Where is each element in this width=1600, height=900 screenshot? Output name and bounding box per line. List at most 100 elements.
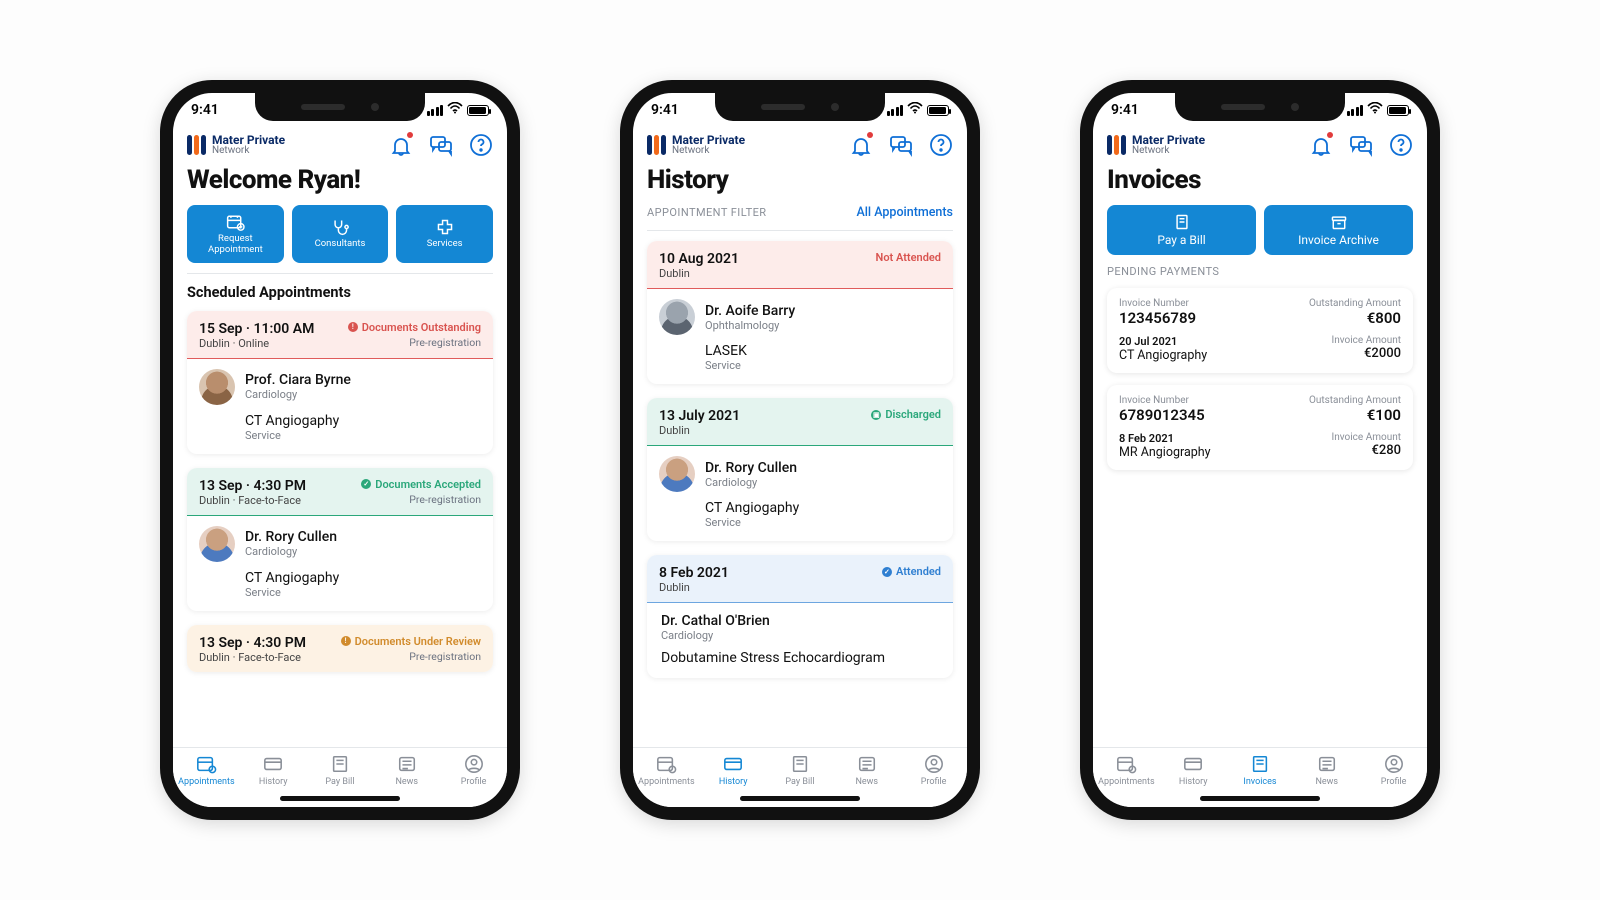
appt-location: Dublin · Face-to-Face xyxy=(199,651,306,664)
filter-dropdown[interactable]: All Appointments xyxy=(856,205,953,220)
help-icon[interactable] xyxy=(1389,133,1413,157)
doctor-specialty: Cardiology xyxy=(245,388,351,401)
history-card[interactable]: 10 Aug 2021 Dublin Not Attended Dr. Aoif… xyxy=(647,241,953,384)
status-time: 9:41 xyxy=(1111,102,1139,118)
invoice-number: 123456789 xyxy=(1119,309,1196,327)
tab-profile[interactable]: Profile xyxy=(904,754,964,787)
notifications-icon[interactable] xyxy=(389,133,413,157)
page-title: Welcome Ryan! xyxy=(187,165,493,195)
bill-icon xyxy=(329,754,351,774)
services-button[interactable]: Services xyxy=(396,205,493,263)
pay-bill-button[interactable]: Pay a Bill xyxy=(1107,205,1256,255)
invoice-card[interactable]: Invoice Number6789012345 Outstanding Amo… xyxy=(1107,385,1413,470)
appt-status: Documents Outstanding xyxy=(362,321,481,334)
invoice-service: CT Angiography xyxy=(1119,348,1207,363)
calendar-icon xyxy=(1115,754,1137,774)
doctor-name: Prof. Ciara Byrne xyxy=(245,372,351,388)
appt-location: Dublin · Face-to-Face xyxy=(199,494,306,507)
appointment-card[interactable]: 13 Sep · 4:30 PM Dublin · Face-to-Face ✓… xyxy=(187,468,493,611)
invoice-card[interactable]: Invoice Number123456789 Outstanding Amou… xyxy=(1107,288,1413,373)
history-card[interactable]: 8 Feb 2021 Dublin ✓Attended Dr. Cathal O… xyxy=(647,555,953,678)
tab-profile[interactable]: Profile xyxy=(444,754,504,787)
logo-mark-icon xyxy=(647,135,666,155)
appt-datetime: 15 Sep · 11:00 AM xyxy=(199,321,314,337)
visit-status: Not Attended xyxy=(876,251,941,264)
chat-icon[interactable] xyxy=(889,133,913,157)
tab-paybill[interactable]: Pay Bill xyxy=(310,754,370,787)
visit-status: Discharged xyxy=(885,408,941,421)
tab-appointments[interactable]: Appointments xyxy=(176,754,236,787)
profile-icon xyxy=(923,754,945,774)
bill-icon xyxy=(789,754,811,774)
request-appointment-button[interactable]: Request Appointment xyxy=(187,205,284,263)
help-icon[interactable] xyxy=(469,133,493,157)
appointment-card[interactable]: 13 Sep · 4:30 PM Dublin · Face-to-Face !… xyxy=(187,625,493,672)
consultants-button[interactable]: Consultants xyxy=(292,205,389,263)
tab-appointments[interactable]: Appointments xyxy=(636,754,696,787)
visit-status: Attended xyxy=(896,565,941,578)
doctor-avatar xyxy=(199,526,235,562)
page-title: History xyxy=(647,165,953,195)
notifications-icon[interactable] xyxy=(1309,133,1333,157)
scheduled-section-label: Scheduled Appointments xyxy=(187,284,493,301)
invoice-number: 6789012345 xyxy=(1119,406,1205,424)
doctor-specialty: Cardiology xyxy=(705,476,797,489)
check-icon: ✓ xyxy=(361,479,371,489)
filter-label: APPOINTMENT FILTER xyxy=(647,206,767,219)
divider xyxy=(187,273,493,274)
help-icon[interactable] xyxy=(929,133,953,157)
doctor-specialty: Ophthalmology xyxy=(705,319,795,332)
service-name: CT Angiogaphy xyxy=(705,500,941,516)
signal-icon xyxy=(1347,105,1364,116)
notifications-icon[interactable] xyxy=(849,133,873,157)
appointment-card[interactable]: 15 Sep · 11:00 AM Dublin · Online !Docum… xyxy=(187,311,493,454)
appt-status: Documents Accepted xyxy=(375,478,481,491)
page-title: Invoices xyxy=(1107,165,1413,195)
invoice-amount: €2000 xyxy=(1332,346,1401,361)
tab-history[interactable]: History xyxy=(243,754,303,787)
tab-profile[interactable]: Profile xyxy=(1364,754,1424,787)
chat-icon[interactable] xyxy=(429,133,453,157)
bill-icon xyxy=(1249,754,1271,774)
tab-history[interactable]: History xyxy=(703,754,763,787)
tab-bar: Appointments History Invoices News Profi… xyxy=(1093,747,1427,807)
divider xyxy=(647,230,953,231)
service-label: Service xyxy=(245,429,481,442)
tab-invoices[interactable]: Invoices xyxy=(1230,754,1290,787)
visit-location: Dublin xyxy=(659,424,740,437)
doctor-avatar xyxy=(199,369,235,405)
tab-news[interactable]: News xyxy=(1297,754,1357,787)
calendar-icon xyxy=(195,754,217,774)
tab-news[interactable]: News xyxy=(377,754,437,787)
doctor-name: Dr. Rory Cullen xyxy=(705,460,797,476)
doctor-name: Dr. Cathal O'Brien xyxy=(661,613,941,629)
tab-appointments[interactable]: Appointments xyxy=(1096,754,1156,787)
tab-history[interactable]: History xyxy=(1163,754,1223,787)
wifi-icon xyxy=(1367,102,1383,118)
medical-cross-icon xyxy=(435,218,455,236)
alert-icon: ! xyxy=(348,322,358,332)
status-time: 9:41 xyxy=(651,102,679,118)
device-notch xyxy=(1175,93,1345,121)
attended-icon: ✓ xyxy=(882,567,892,577)
service-name: Dobutamine Stress Echocardiogram xyxy=(661,650,941,666)
history-card[interactable]: 13 July 2021 Dublin ▣Discharged Dr. Rory… xyxy=(647,398,953,541)
doctor-specialty: Cardiology xyxy=(661,629,941,642)
service-label: Service xyxy=(705,359,941,372)
signal-icon xyxy=(427,105,444,116)
visit-location: Dublin xyxy=(659,581,729,594)
invoice-date: 20 Jul 2021 xyxy=(1119,335,1207,348)
doctor-avatar xyxy=(659,456,695,492)
battery-icon xyxy=(467,105,489,116)
card-icon xyxy=(722,754,744,774)
wifi-icon xyxy=(907,102,923,118)
invoice-archive-button[interactable]: Invoice Archive xyxy=(1264,205,1413,255)
invoice-amount: €280 xyxy=(1332,443,1401,458)
tab-bar: Appointments History Pay Bill News Profi… xyxy=(173,747,507,807)
review-icon: ! xyxy=(341,636,351,646)
tab-paybill[interactable]: Pay Bill xyxy=(770,754,830,787)
chat-icon[interactable] xyxy=(1349,133,1373,157)
appt-status-sub: Pre-registration xyxy=(341,650,481,663)
tab-news[interactable]: News xyxy=(837,754,897,787)
phone-invoices: 9:41 Mater PrivateNetwork Invoices Pay a… xyxy=(1080,80,1440,820)
